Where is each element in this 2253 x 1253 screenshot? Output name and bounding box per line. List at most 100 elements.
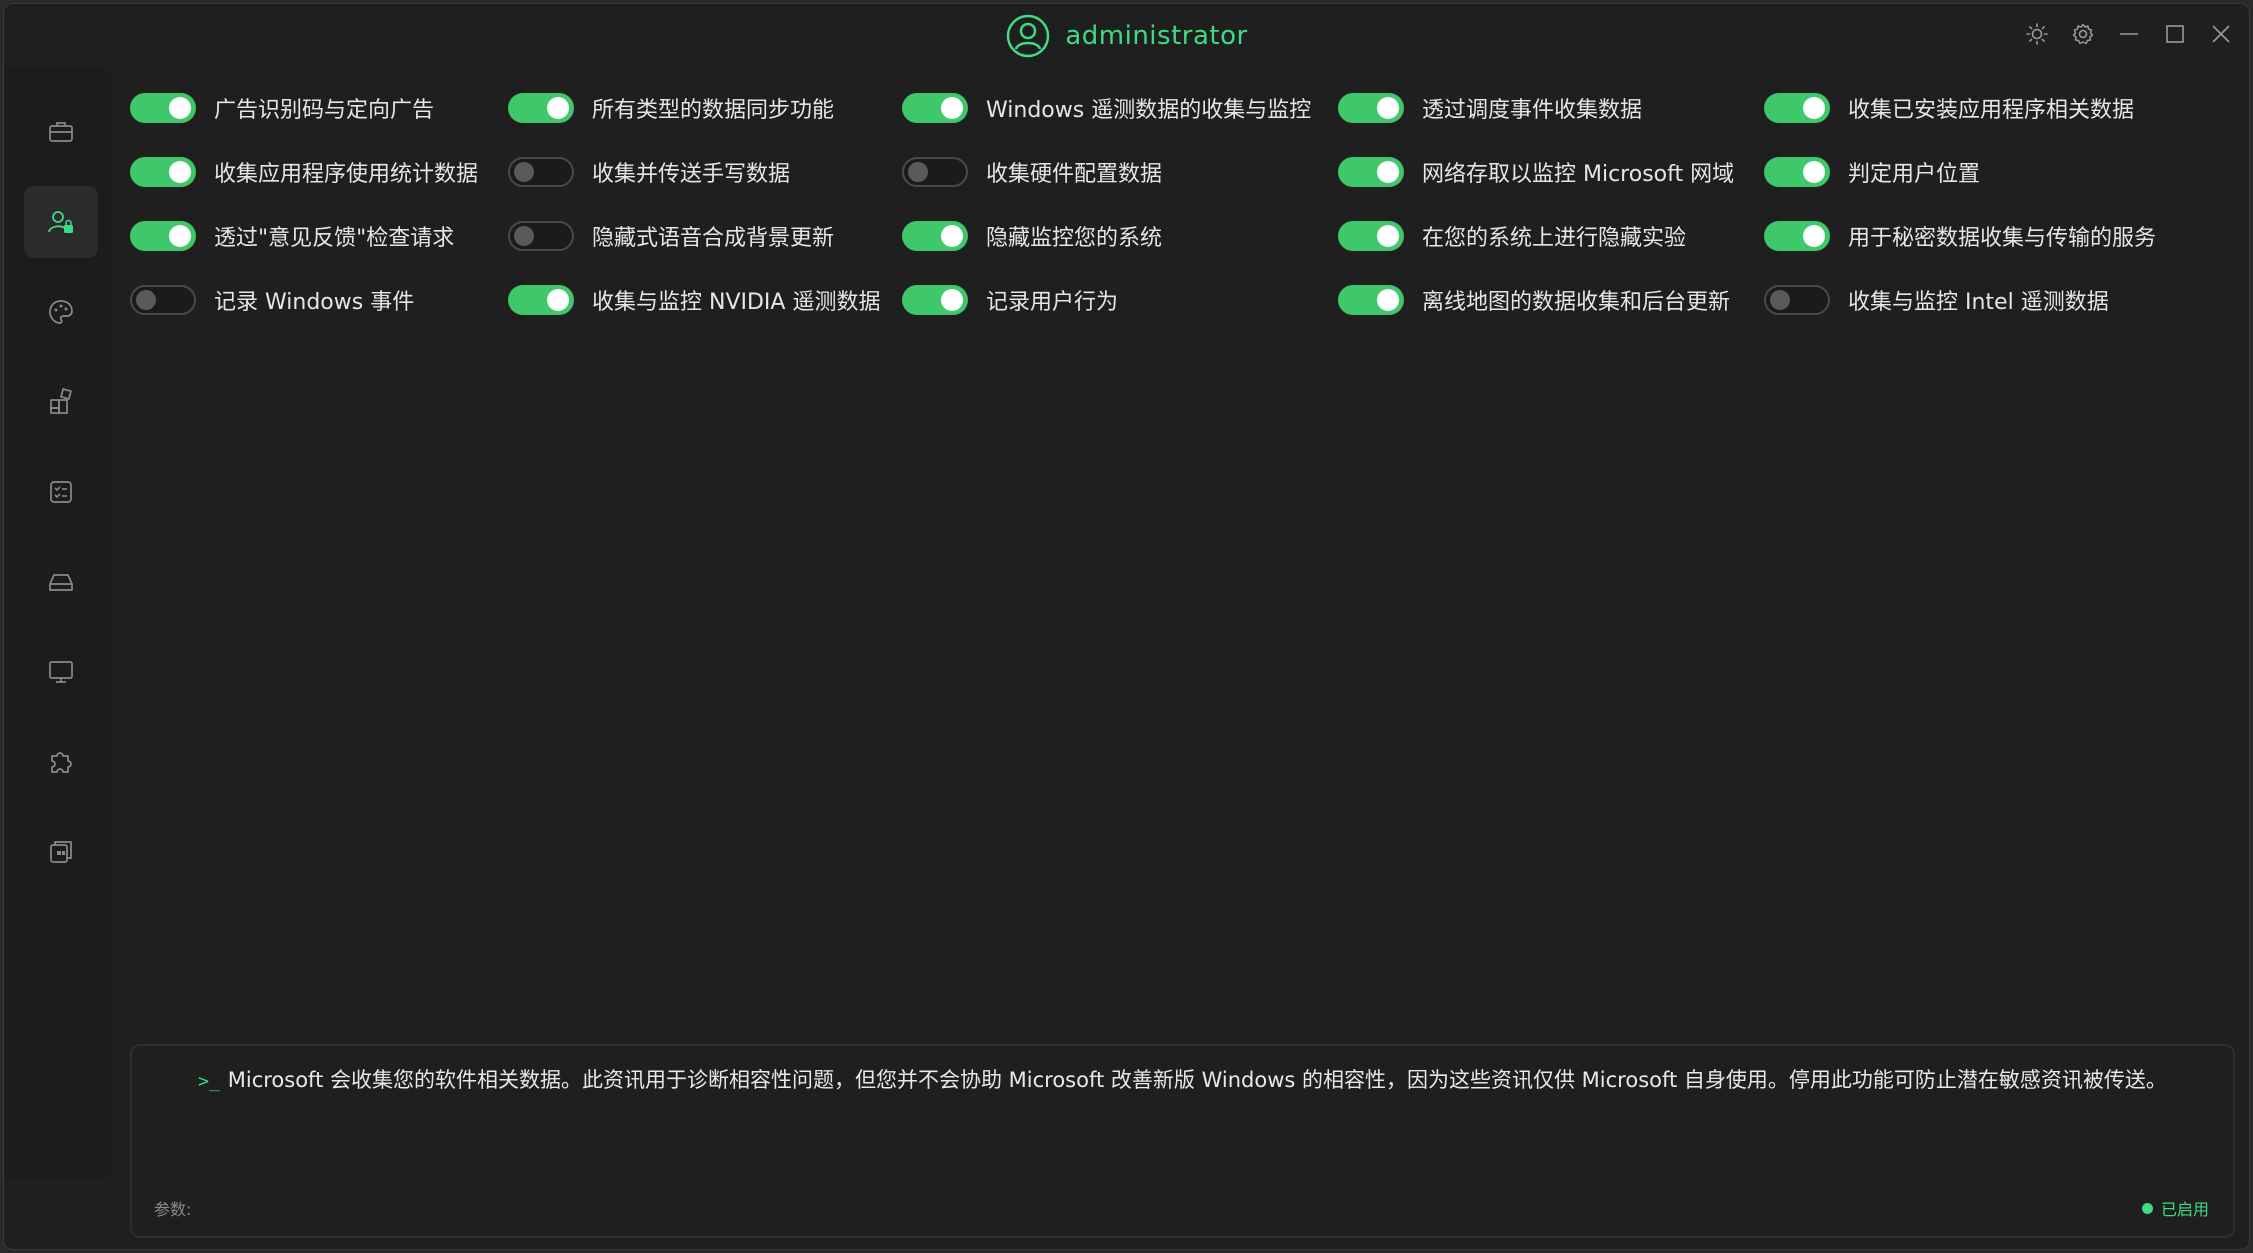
toggle-switch[interactable] <box>130 93 196 123</box>
user-avatar-icon <box>1007 14 1050 58</box>
toggle-label: 收集并传送手写数据 <box>592 162 791 187</box>
toggle-switch[interactable] <box>1764 93 1830 123</box>
sidebar-item-personalize[interactable] <box>24 276 98 348</box>
toggle-row: 广告识别码与定向广告 所有类型的数据同步功能 Windows 遥测数据的收集与监控 透… <box>130 76 2229 140</box>
sidebar <box>4 66 112 1179</box>
windows-copy-icon <box>50 841 72 863</box>
sidebar-item-windows[interactable] <box>24 816 98 888</box>
toggle-label: Windows 遥测数据的收集与监控 <box>986 98 1312 123</box>
toggle-option: 网络存取以监控 Microsoft 网域 <box>1338 140 1734 204</box>
user-privacy-icon <box>48 211 73 233</box>
toggle-switch[interactable] <box>130 157 196 187</box>
description-console: >_ Microsoft 会收集您的软件相关数据。此资讯用于诊断相容性问题，但您并… <box>130 1044 2235 1238</box>
apps-icon <box>50 388 72 414</box>
toggle-knob <box>1803 225 1825 247</box>
toggle-knob <box>1803 161 1825 183</box>
theme-brightness-icon <box>2026 23 2048 45</box>
toggle-switch[interactable] <box>508 285 574 315</box>
toggle-switch[interactable] <box>902 285 968 315</box>
minimize-button[interactable] <box>2115 20 2143 48</box>
toggle-row: 记录 Windows 事件 收集与监控 NVIDIA 遥测数据 记录用户行为 离线地图… <box>130 268 2229 332</box>
toggle-knob <box>1803 97 1825 119</box>
close-button[interactable] <box>2207 20 2235 48</box>
toggle-switch[interactable] <box>1764 285 1830 315</box>
toggle-knob <box>1377 289 1399 311</box>
toggle-label: 收集已安装应用程序相关数据 <box>1848 98 2135 123</box>
toggle-knob <box>514 226 534 246</box>
toggle-switch[interactable] <box>902 93 968 123</box>
status-text: 已启用 <box>2160 1200 2209 1219</box>
toggle-label: 收集与监控 Intel 遥测数据 <box>1848 290 2109 315</box>
toggle-option: 记录 Windows 事件 <box>130 268 414 332</box>
palette-icon <box>49 300 73 324</box>
tasks-icon <box>50 481 72 503</box>
window-title: administrator <box>1065 21 1248 51</box>
toggle-switch[interactable] <box>902 157 968 187</box>
sidebar-item-tasks[interactable] <box>24 456 98 528</box>
toggle-knob <box>136 290 156 310</box>
toggle-label: 广告识别码与定向广告 <box>214 98 435 123</box>
toggle-option: 收集硬件配置数据 <box>902 140 1162 204</box>
toggle-knob <box>1377 225 1399 247</box>
toggle-option: 隐藏监控您的系统 <box>902 204 1162 268</box>
sidebar-item-drive[interactable] <box>24 546 98 618</box>
toggle-switch[interactable] <box>1338 221 1404 251</box>
toggle-knob <box>1377 161 1399 183</box>
settings-button[interactable] <box>2069 20 2097 48</box>
toggle-knob <box>941 289 963 311</box>
toggle-switch[interactable] <box>130 221 196 251</box>
toggle-option: Windows 遥测数据的收集与监控 <box>902 76 1311 140</box>
console-message: >_ Microsoft 会收集您的软件相关数据。此资讯用于诊断相容性问题，但您并… <box>150 1066 2215 1096</box>
toggle-option: 透过"意见反馈"检查请求 <box>130 204 454 268</box>
toggle-label: 透过调度事件收集数据 <box>1422 98 1643 123</box>
toggle-option: 所有类型的数据同步功能 <box>508 76 834 140</box>
sidebar-item-apps[interactable] <box>24 366 98 438</box>
status-badge: 已启用 <box>2141 1196 2209 1220</box>
toggle-switch[interactable] <box>508 157 574 187</box>
toggle-knob <box>941 225 963 247</box>
toggle-option: 收集应用程序使用统计数据 <box>130 140 478 204</box>
toggle-switch[interactable] <box>508 221 574 251</box>
title-bar: administrator <box>4 4 2249 66</box>
toggle-label: 隐藏监控您的系统 <box>986 226 1163 251</box>
window-controls <box>2023 14 2235 54</box>
theme-toggle-button[interactable] <box>2023 20 2051 48</box>
toggle-option: 记录用户行为 <box>902 268 1118 332</box>
toggle-label: 隐藏式语音合成背景更新 <box>592 226 835 251</box>
toggle-switch[interactable] <box>1764 221 1830 251</box>
toggle-option: 收集已安装应用程序相关数据 <box>1764 76 2134 140</box>
toggle-option: 隐藏式语音合成背景更新 <box>508 204 834 268</box>
toggle-label: 离线地图的数据收集和后台更新 <box>1422 290 1731 315</box>
maximize-icon <box>2166 25 2184 43</box>
toggle-label: 判定用户位置 <box>1848 162 1981 187</box>
toggle-label: 收集应用程序使用统计数据 <box>214 162 479 187</box>
toggle-knob <box>941 97 963 119</box>
param-label: 参数: <box>154 1200 192 1219</box>
toggle-switch[interactable] <box>1338 93 1404 123</box>
toolbox-icon <box>49 122 73 142</box>
puzzle-icon <box>51 752 72 773</box>
toggle-switch[interactable] <box>130 285 196 315</box>
sidebar-item-toolbox[interactable] <box>24 96 98 168</box>
toggle-row: 透过"意见反馈"检查请求 隐藏式语音合成背景更新 隐藏监控您的系统 在您的系统上进行隐… <box>130 204 2229 268</box>
sidebar-item-privacy[interactable] <box>24 186 98 258</box>
toggle-label: 收集硬件配置数据 <box>986 162 1163 187</box>
maximize-button[interactable] <box>2161 20 2189 48</box>
toggle-label: 所有类型的数据同步功能 <box>592 98 835 123</box>
app-window: administrator 广告识别码与定向广告 所有类型的数据同步功能 Win… <box>3 3 2250 1250</box>
toggle-switch[interactable] <box>508 93 574 123</box>
toggle-knob <box>547 97 569 119</box>
status-dot-icon <box>2141 1202 2153 1214</box>
toggle-switch[interactable] <box>1338 285 1404 315</box>
console-message-text: Microsoft 会收集您的软件相关数据。此资讯用于诊断相容性问题，但您并不会… <box>227 1068 2167 1092</box>
terminal-prompt-icon: >_ <box>198 1071 220 1092</box>
toggle-knob <box>1770 290 1790 310</box>
sidebar-item-extensions[interactable] <box>24 726 98 798</box>
toggle-switch[interactable] <box>1764 157 1830 187</box>
toggle-label: 记录用户行为 <box>986 290 1119 315</box>
toggle-switch[interactable] <box>902 221 968 251</box>
toggle-switch[interactable] <box>1338 157 1404 187</box>
sidebar-item-display[interactable] <box>24 636 98 708</box>
toggle-row: 收集应用程序使用统计数据 收集并传送手写数据 收集硬件配置数据 网络存取以监控 Mic… <box>130 140 2229 204</box>
toggle-knob <box>169 225 191 247</box>
